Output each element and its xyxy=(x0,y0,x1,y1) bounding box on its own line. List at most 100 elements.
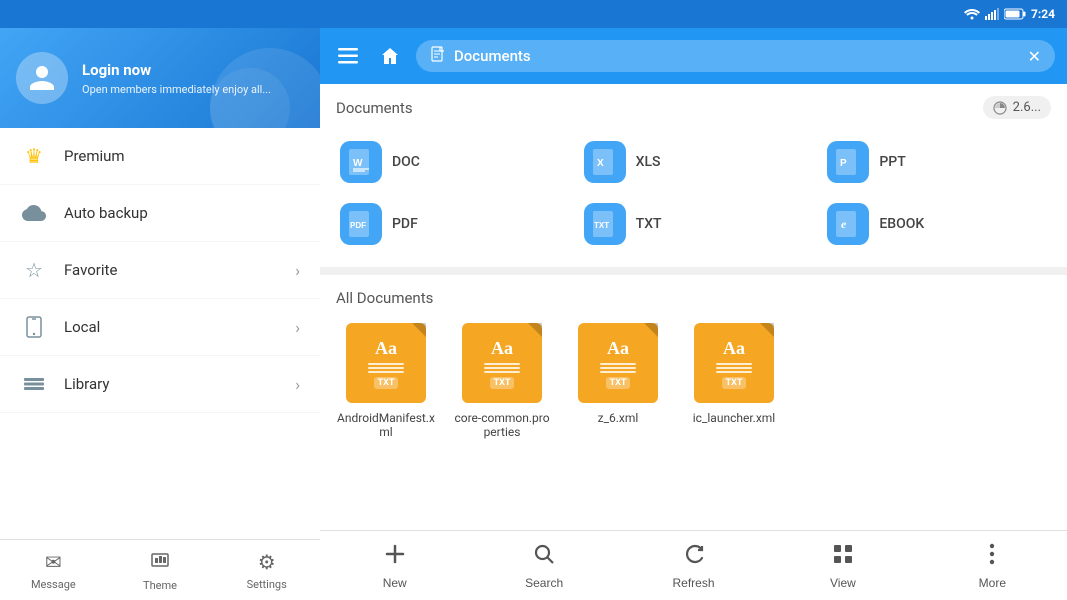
line xyxy=(716,367,752,369)
refresh-label: Refresh xyxy=(673,576,715,590)
doctype-pdf[interactable]: PDF PDF xyxy=(328,193,572,255)
sidebar: Login now Open members immediately enjoy… xyxy=(0,28,320,600)
file-thumbnail: Aa TXT xyxy=(578,323,658,403)
txt-icon: TXT xyxy=(584,203,626,245)
tab-message-label: Message xyxy=(31,578,76,591)
file-thumbnail: Aa TXT xyxy=(462,323,542,403)
file-thumb-lines xyxy=(484,363,520,373)
doctype-doc[interactable]: W DOC xyxy=(328,131,572,193)
sidebar-menu: ♛ Premium Auto backup ☆ Favorite › xyxy=(0,128,320,539)
file-thumb-text: Aa xyxy=(375,338,397,359)
top-bar: Documents ✕ xyxy=(320,28,1067,84)
home-button[interactable] xyxy=(374,40,406,72)
doctype-label: TXT xyxy=(636,216,662,232)
doctype-label: DOC xyxy=(392,154,420,170)
line xyxy=(716,363,752,365)
tab-theme-label: Theme xyxy=(143,579,177,592)
section-divider xyxy=(320,267,1067,275)
document-icon xyxy=(430,46,446,66)
tab-settings[interactable]: ⚙ Settings xyxy=(213,540,320,600)
doctype-ebook[interactable]: e EBOOK xyxy=(815,193,1059,255)
more-label: More xyxy=(979,576,1006,590)
file-thumbnail: Aa TXT xyxy=(694,323,774,403)
file-type-badge: TXT xyxy=(606,377,631,389)
storage-icon xyxy=(993,101,1007,115)
current-path: Documents xyxy=(454,47,1020,65)
crown-icon: ♛ xyxy=(20,142,48,170)
file-item[interactable]: Aa TXT ic_launcher.xml xyxy=(684,323,784,439)
file-name: AndroidManifest.xml xyxy=(336,411,436,439)
status-icons: 7:24 xyxy=(964,7,1055,21)
storage-text: 2.6... xyxy=(1013,100,1041,115)
pdf-icon: PDF xyxy=(340,203,382,245)
file-type-badge: TXT xyxy=(374,377,399,389)
hamburger-button[interactable] xyxy=(332,42,364,70)
sidebar-item-autobackup[interactable]: Auto backup xyxy=(0,185,320,242)
doctype-xls[interactable]: X XLS xyxy=(572,131,816,193)
line xyxy=(368,363,404,365)
bottom-toolbar: New Search Refresh xyxy=(320,530,1067,600)
line xyxy=(600,371,636,373)
search-icon xyxy=(532,542,556,572)
chevron-right-icon: › xyxy=(295,261,300,280)
refresh-icon xyxy=(682,542,706,572)
sidebar-item-library[interactable]: Library › xyxy=(0,356,320,413)
ppt-icon: P xyxy=(827,141,869,183)
svg-text:TXT: TXT xyxy=(594,221,609,230)
storage-badge: 2.6... xyxy=(983,96,1051,119)
close-path-button[interactable]: ✕ xyxy=(1028,47,1041,66)
sidebar-item-favorite[interactable]: ☆ Favorite › xyxy=(0,242,320,299)
sidebar-item-local[interactable]: Local › xyxy=(0,299,320,356)
tab-theme[interactable]: Theme xyxy=(107,540,214,600)
tab-message[interactable]: ✉ Message xyxy=(0,540,107,600)
cloud-icon xyxy=(20,199,48,227)
sidebar-item-label: Favorite xyxy=(64,261,279,279)
sidebar-header: Login now Open members immediately enjoy… xyxy=(0,28,320,128)
ebook-icon: e xyxy=(827,203,869,245)
content-area: Documents ✕ Documents 2.6... xyxy=(320,28,1067,600)
star-icon: ☆ xyxy=(20,256,48,284)
signal-icon xyxy=(985,8,999,20)
doctype-label: XLS xyxy=(636,154,661,170)
refresh-button[interactable]: Refresh xyxy=(619,531,768,600)
search-label: Search xyxy=(525,576,563,590)
file-thumb-lines xyxy=(716,363,752,373)
new-label: New xyxy=(383,576,407,590)
search-button[interactable]: Search xyxy=(469,531,618,600)
svg-text:P: P xyxy=(840,158,847,169)
sidebar-item-label: Library xyxy=(64,375,279,393)
doctype-ppt[interactable]: P PPT xyxy=(815,131,1059,193)
main-layout: Login now Open members immediately enjoy… xyxy=(0,28,1067,600)
theme-icon xyxy=(150,550,170,575)
file-type-badge: TXT xyxy=(490,377,515,389)
file-thumb-lines xyxy=(368,363,404,373)
phone-icon xyxy=(20,313,48,341)
user-icon xyxy=(27,63,57,93)
file-type-badge: TXT xyxy=(722,377,747,389)
battery-icon xyxy=(1004,8,1026,20)
view-icon xyxy=(831,542,855,572)
file-item[interactable]: Aa TXT AndroidManifest.xml xyxy=(336,323,436,439)
avatar xyxy=(16,52,68,104)
sidebar-item-label: Auto backup xyxy=(64,204,300,222)
line xyxy=(368,367,404,369)
line xyxy=(484,367,520,369)
file-name: z_6.xml xyxy=(598,411,639,425)
file-item[interactable]: Aa TXT core-common.properties xyxy=(452,323,552,439)
login-info: Login now Open members immediately enjoy… xyxy=(82,61,271,96)
doctype-txt[interactable]: TXT TXT xyxy=(572,193,816,255)
view-button[interactable]: View xyxy=(768,531,917,600)
xls-icon: X xyxy=(584,141,626,183)
file-item[interactable]: Aa TXT z_6.xml xyxy=(568,323,668,439)
new-button[interactable]: New xyxy=(320,531,469,600)
time-display: 7:24 xyxy=(1031,7,1055,21)
layers-icon xyxy=(20,370,48,398)
line xyxy=(368,371,404,373)
more-button[interactable]: More xyxy=(918,531,1067,600)
all-docs-header: All Documents xyxy=(320,275,1067,315)
svg-text:W: W xyxy=(353,158,363,169)
line xyxy=(716,371,752,373)
doctype-label: EBOOK xyxy=(879,216,924,232)
chevron-right-icon: › xyxy=(295,375,300,394)
docs-content: Documents 2.6... W xyxy=(320,84,1067,530)
